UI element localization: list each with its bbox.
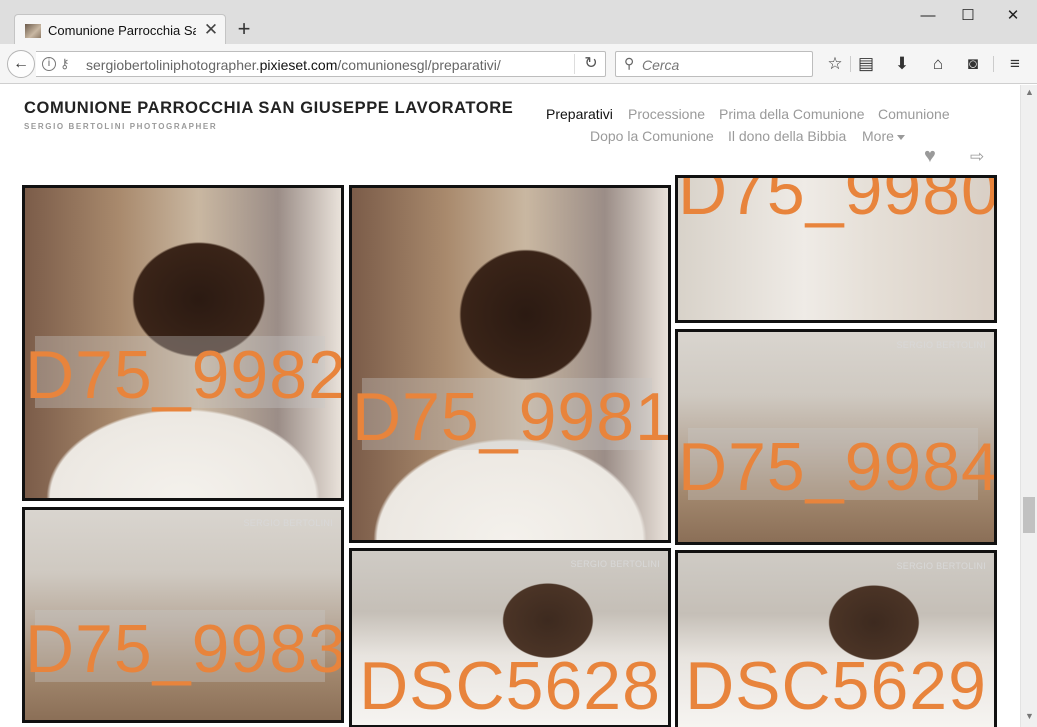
browser-navbar: ← i ⚷ sergiobertoliniphotographer.pixies… <box>0 44 1037 84</box>
page-content: COMUNIONE PARROCCHIA SAN GIUSEPPE LAVORA… <box>0 85 1020 727</box>
url-separator <box>574 54 575 74</box>
scroll-down-arrow-icon[interactable]: ▼ <box>1021 711 1037 725</box>
url-path: /comunionesgl/preparativi/ <box>337 57 501 73</box>
maximize-icon[interactable]: ☐ <box>953 5 983 27</box>
url-text[interactable]: sergiobertoliniphotographer.pixieset.com… <box>86 57 501 73</box>
tab-favicon-icon <box>25 24 41 38</box>
sign-out-icon[interactable]: ⇨ <box>970 147 984 167</box>
url-prefix: sergiobertoliniphotographer. <box>86 57 260 73</box>
photo-card-d75-9982[interactable]: D75_9982 <box>22 185 344 501</box>
photo-watermark: D75_9982 <box>25 337 344 413</box>
url-bar[interactable]: i ⚷ sergiobertoliniphotographer.pixieset… <box>36 51 606 77</box>
menu-item-dopo-la-comunione[interactable]: Dopo la Comunione <box>590 128 714 144</box>
search-input[interactable]: ⚲ Cerca <box>615 51 813 77</box>
photo-watermark: D75_9983 <box>25 611 344 687</box>
search-icon: ⚲ <box>624 55 635 71</box>
photo-watermark: D75_9981 <box>352 379 671 455</box>
toolbar-separator <box>850 56 851 72</box>
key-icon[interactable]: ⚷ <box>60 56 70 72</box>
reload-icon[interactable]: ↻ <box>581 54 601 74</box>
tab-title: Comunione Parrocchia Sa… <box>48 23 196 38</box>
menu-item-preparativi[interactable]: Preparativi <box>546 106 613 122</box>
page-scrollbar[interactable]: ▲ ▼ <box>1020 85 1037 727</box>
menu-item-il-dono-della-bibbia[interactable]: Il dono della Bibbia <box>728 128 846 144</box>
minimize-icon[interactable]: — <box>913 5 943 27</box>
photo-signature: SERGIO BERTOLINI <box>896 340 986 350</box>
pocket-icon[interactable]: ◙ <box>962 53 984 75</box>
download-icon[interactable]: ⬇ <box>891 53 913 75</box>
photo-watermark: D75_9980 <box>678 175 997 229</box>
home-icon[interactable]: ⌂ <box>927 53 949 75</box>
reading-list-icon[interactable]: ▤ <box>855 53 877 75</box>
photo-signature: SERGIO BERTOLINI <box>896 561 986 571</box>
photo-card-d75-9984[interactable]: SERGIO BERTOLINI D75_9984 <box>675 329 997 545</box>
new-tab-icon[interactable]: + <box>234 18 254 40</box>
search-placeholder: Cerca <box>642 57 680 73</box>
photo-card-dsc5628[interactable]: SERGIO BERTOLINI DSC5628 <box>349 548 671 727</box>
close-tab-icon[interactable]: ✕ <box>203 21 219 39</box>
url-domain: pixieset.com <box>259 57 338 73</box>
photo-image <box>352 188 668 540</box>
toolbar-separator <box>993 56 994 72</box>
photo-card-dsc5629[interactable]: SERGIO BERTOLINI DSC5629 <box>675 550 997 727</box>
menu-item-more[interactable]: More <box>862 128 905 144</box>
back-arrow-icon[interactable]: ← <box>7 50 35 78</box>
menu-item-prima-della-comunione[interactable]: Prima della Comunione <box>719 106 865 122</box>
browser-tab[interactable]: Comunione Parrocchia Sa… ✕ <box>14 14 226 46</box>
photo-signature: SERGIO BERTOLINI <box>570 559 660 569</box>
scroll-up-arrow-icon[interactable]: ▲ <box>1021 87 1037 101</box>
hamburger-menu-icon[interactable]: ≡ <box>1004 53 1026 75</box>
scrollbar-thumb[interactable] <box>1023 497 1035 533</box>
info-icon[interactable]: i <box>42 57 56 71</box>
photo-card-d75-9983[interactable]: SERGIO BERTOLINI D75_9983 <box>22 507 344 723</box>
menu-item-processione[interactable]: Processione <box>628 106 705 122</box>
photo-watermark: DSC5629 <box>685 648 987 724</box>
caret-down-icon <box>896 134 905 140</box>
photo-card-d75-9981[interactable]: D75_9981 <box>349 185 671 543</box>
browser-titlebar: Comunione Parrocchia Sa… ✕ + — ☐ ✕ <box>0 0 1037 46</box>
photo-signature: SERGIO BERTOLINI <box>243 518 333 528</box>
menu-more-label: More <box>862 128 894 144</box>
photo-watermark: DSC5628 <box>359 648 661 724</box>
photo-card-d75-9980[interactable]: D75_9980 <box>675 175 997 323</box>
site-title[interactable]: COMUNIONE PARROCCHIA SAN GIUSEPPE LAVORA… <box>24 99 513 118</box>
photo-watermark: D75_9984 <box>678 429 997 505</box>
site-subtitle: SERGIO BERTOLINI PHOTOGRAPHER <box>24 122 218 131</box>
menu-item-comunione[interactable]: Comunione <box>878 106 950 122</box>
favorite-heart-icon[interactable]: ♥ <box>924 146 936 166</box>
bookmark-star-icon[interactable]: ☆ <box>824 53 846 75</box>
close-window-icon[interactable]: ✕ <box>998 5 1028 27</box>
